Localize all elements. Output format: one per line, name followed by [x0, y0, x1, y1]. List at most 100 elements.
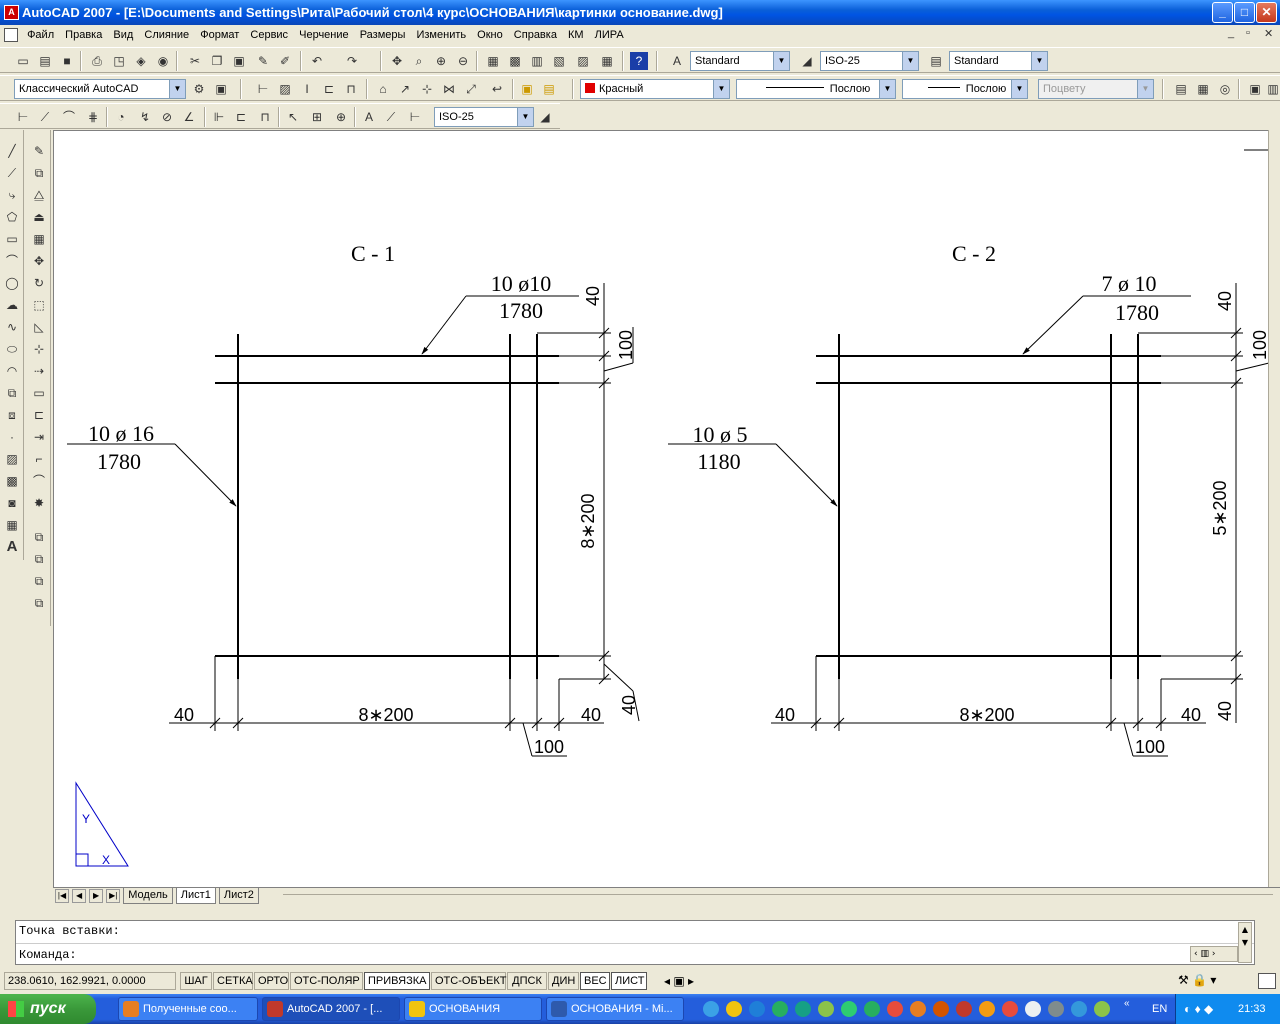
table-style-select[interactable]: Standard ▼ — [949, 51, 1048, 71]
dim-radius-icon[interactable]: ◔ — [112, 108, 130, 126]
mdi-close-icon[interactable]: ✕ — [1264, 27, 1273, 40]
redo-icon[interactable]: ↷ — [343, 52, 361, 70]
fillet-icon[interactable]: ⌒ — [30, 472, 48, 490]
draw-order-front-icon[interactable]: ⧉ — [30, 528, 48, 546]
quicklaunch-icon-11[interactable] — [933, 1001, 949, 1017]
quicklaunch-icon-4[interactable] — [772, 1001, 788, 1017]
help-icon[interactable]: ? — [630, 52, 648, 70]
menu-km[interactable]: КМ — [564, 25, 588, 45]
mdi-minimize-icon[interactable]: _ — [1228, 27, 1234, 39]
tab-model[interactable]: Модель — [123, 888, 173, 904]
maximize-button[interactable]: □ — [1234, 2, 1255, 23]
chevron-down-icon[interactable]: ▼ — [713, 80, 729, 98]
pan-icon[interactable]: ✥ — [388, 52, 406, 70]
paper-toggle[interactable]: ЛИСТ — [611, 972, 647, 990]
task-firefox[interactable]: Полученные соо... — [118, 997, 258, 1021]
lineweight-toggle[interactable]: ВЕС — [580, 972, 610, 990]
tab-last-icon[interactable]: ▶| — [106, 889, 121, 903]
cut-icon[interactable]: ✂ — [186, 52, 204, 70]
leader-icon[interactable]: ⌂ — [374, 80, 392, 98]
polyline-icon[interactable]: ⤷ — [3, 186, 21, 204]
arc-icon[interactable]: ⌒ — [3, 252, 21, 270]
center-mark-icon[interactable]: ⊹ — [418, 80, 436, 98]
sheet-set-icon[interactable]: ▧ — [550, 52, 568, 70]
otrack-toggle[interactable]: ОТС-ОБЪЕКТ — [431, 972, 506, 990]
expand-chevron-icon[interactable]: « — [1124, 998, 1130, 1009]
tray-icons[interactable]: ◐ ♦ ◆ — [1184, 994, 1213, 1024]
draw-order-under-icon[interactable]: ⧉ — [30, 594, 48, 612]
tab-next-icon[interactable]: ▶ — [89, 889, 104, 903]
zoom-previous-icon[interactable]: ⊖ — [454, 52, 472, 70]
draw-order-above-icon[interactable]: ⧉ — [30, 572, 48, 590]
plot-preview-icon[interactable]: ◳ — [110, 52, 128, 70]
vertical-scrollbar[interactable] — [1268, 130, 1280, 887]
menu-dimension[interactable]: Размеры — [356, 25, 410, 45]
ortho-toggle[interactable]: ОРТО — [254, 972, 289, 990]
undo-icon[interactable]: ↶ — [308, 52, 326, 70]
scale-icon[interactable]: ⬚ — [30, 296, 48, 314]
properties-icon[interactable]: ▦ — [484, 52, 502, 70]
minimize-button[interactable]: _ — [1212, 2, 1233, 23]
layer-walk-icon[interactable]: ◎ — [1216, 80, 1234, 98]
ie-icon[interactable] — [749, 1001, 765, 1017]
rotate-icon[interactable]: ↻ — [30, 274, 48, 292]
chamfer-icon[interactable]: ⌐ — [30, 450, 48, 468]
block-editor-icon[interactable]: ✐ — [276, 52, 294, 70]
dim-arc-length-icon[interactable]: ⌒ — [60, 108, 78, 126]
command-vertical-scroll[interactable]: ▲ ▼ — [1238, 922, 1252, 963]
task-autocad[interactable]: AutoCAD 2007 - [... — [262, 997, 400, 1021]
close-button[interactable]: ✕ — [1256, 2, 1277, 23]
hatch-icon[interactable]: ▨ — [3, 450, 21, 468]
stretch-icon[interactable]: ◺ — [30, 318, 48, 336]
menu-merge[interactable]: Слияние — [140, 25, 193, 45]
layer-freeze-icon[interactable]: ▣ — [1246, 80, 1264, 98]
tolerance-icon[interactable]: ⊞ — [308, 108, 326, 126]
zoom-realtime-icon[interactable]: ⌕ — [410, 52, 428, 70]
start-button[interactable]: пуск — [0, 994, 96, 1024]
opera-icon[interactable] — [1002, 1001, 1018, 1017]
quicklaunch-icon-5[interactable] — [795, 1001, 811, 1017]
menu-lira[interactable]: ЛИРА — [591, 25, 628, 45]
quicklaunch-icon-16[interactable] — [1048, 1001, 1064, 1017]
icq-icon[interactable] — [864, 1001, 880, 1017]
dim-jogged-icon[interactable]: ↯ — [136, 108, 154, 126]
command-window[interactable]: Точка вставки: Команда: ‹ ▥ › ▲ ▼ — [15, 920, 1255, 965]
dim-aligned-icon[interactable]: ⟋ — [36, 108, 54, 126]
cursor-coordinates[interactable]: 238.0610, 162.9921, 0.0000 — [4, 972, 176, 990]
tab-prev-icon[interactable]: ◀ — [72, 889, 87, 903]
dim-text-edit-icon[interactable]: ⤢ — [462, 80, 480, 98]
trim-icon[interactable]: ⊹ — [30, 340, 48, 358]
multiline-text-icon[interactable]: A — [3, 538, 21, 556]
quicklaunch-icon-7[interactable] — [841, 1001, 857, 1017]
menu-format[interactable]: Формат — [196, 25, 243, 45]
workspace-select[interactable]: Классический AutoCAD ▼ — [14, 79, 186, 99]
spline-icon[interactable]: ∿ — [3, 318, 21, 336]
task-word[interactable]: ОСНОВАНИЯ - Mi... — [546, 997, 684, 1021]
layer-states-icon[interactable]: ▤ — [1172, 80, 1190, 98]
polar-toggle[interactable]: ОТС-ПОЛЯР — [290, 972, 363, 990]
lineweight-select[interactable]: Послою ▼ — [902, 79, 1028, 99]
ellipse-arc-icon[interactable]: ◠ — [3, 362, 21, 380]
chevron-down-icon[interactable]: ▼ — [169, 80, 185, 98]
array-icon[interactable]: ▦ — [30, 230, 48, 248]
task-folder[interactable]: ОСНОВАНИЯ — [404, 997, 542, 1021]
dim-continue-icon[interactable]: ⊓ — [256, 108, 274, 126]
language-indicator[interactable]: EN — [1152, 994, 1167, 1024]
menu-modify[interactable]: Изменить — [412, 25, 470, 45]
dim-linear-icon[interactable]: ⊢ — [254, 80, 272, 98]
quick-dim-icon[interactable]: ⊩ — [210, 108, 228, 126]
offset-icon[interactable]: ⏏ — [30, 208, 48, 226]
insert-block-icon[interactable]: ⧉ — [3, 384, 21, 402]
quicklaunch-icon-1[interactable] — [703, 1001, 719, 1017]
save-icon[interactable]: ■ — [58, 52, 76, 70]
ellipse-icon[interactable]: ⬭ — [3, 340, 21, 358]
circle-icon[interactable]: ◯ — [3, 274, 21, 292]
dim-diameter-icon[interactable]: ⊘ — [158, 108, 176, 126]
menu-tools[interactable]: Сервис — [246, 25, 292, 45]
calculator-icon[interactable]: ▦ — [598, 52, 616, 70]
mirror-icon[interactable]: ⧋ — [30, 186, 48, 204]
linetype-select[interactable]: Послою ▼ — [736, 79, 896, 99]
move-icon[interactable]: ✥ — [30, 252, 48, 270]
quicklaunch-icon-18[interactable] — [1094, 1001, 1110, 1017]
gradient-icon[interactable]: ▩ — [3, 472, 21, 490]
